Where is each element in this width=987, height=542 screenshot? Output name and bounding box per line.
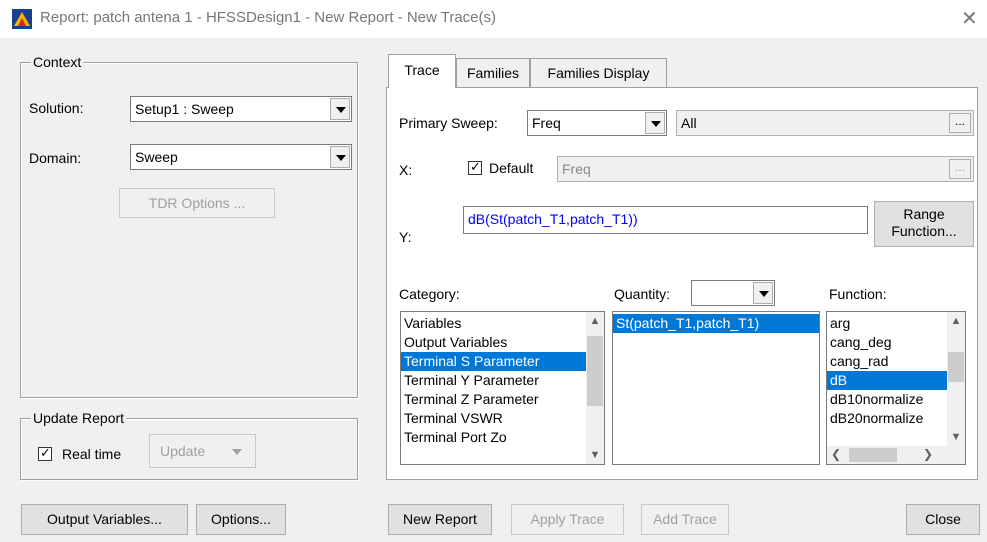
range-function-label-line2: Function... — [891, 223, 957, 239]
list-item[interactable]: Output Variables — [401, 333, 604, 352]
list-item[interactable]: dB — [827, 371, 965, 390]
list-item[interactable]: Terminal Z Parameter — [401, 390, 604, 409]
range-function-label-line1: Range — [903, 206, 945, 222]
y-expression-input[interactable]: dB(St(patch_T1,patch_T1)) — [463, 206, 868, 234]
close-button[interactable]: Close — [906, 504, 980, 535]
default-checkbox[interactable] — [468, 159, 482, 175]
list-item[interactable]: St(patch_T1,patch_T1) — [613, 314, 819, 333]
chevron-down-icon[interactable] — [330, 98, 350, 120]
new-report-button[interactable]: New Report — [388, 504, 492, 535]
solution-value: Setup1 : Sweep — [135, 101, 234, 117]
output-variables-button[interactable]: Output Variables... — [21, 504, 188, 535]
list-item[interactable]: dB10normalize — [827, 390, 965, 409]
scroll-thumb[interactable] — [849, 448, 897, 462]
tab-families-display[interactable]: Families Display — [530, 58, 667, 88]
solution-select[interactable]: Setup1 : Sweep — [130, 96, 352, 122]
quantity-label: Quantity: — [614, 286, 671, 302]
default-label: Default — [489, 160, 534, 176]
title-bar: Report: patch antena 1 - HFSSDesign1 - N… — [0, 0, 987, 38]
close-window-icon[interactable]: ✕ — [961, 6, 978, 31]
list-item[interactable]: Terminal S Parameter — [401, 352, 604, 371]
x-label: X: — [399, 162, 413, 178]
domain-select[interactable]: Sweep — [130, 144, 352, 170]
scroll-up-icon[interactable]: ▲ — [586, 312, 604, 330]
quantity-list[interactable]: St(patch_T1,patch_T1) — [612, 311, 820, 465]
tab-trace[interactable]: Trace — [388, 54, 456, 88]
list-item[interactable]: Terminal Y Parameter — [401, 371, 604, 390]
scroll-right-icon[interactable]: ❯ — [923, 447, 933, 461]
chevron-down-icon[interactable] — [753, 282, 773, 304]
list-item[interactable]: Terminal VSWR — [401, 409, 604, 428]
scroll-left-icon[interactable]: ❮ — [831, 447, 841, 461]
primary-sweep-value: Freq — [532, 115, 561, 131]
quantity-filter-select[interactable] — [691, 280, 775, 306]
chevron-down-icon[interactable] — [645, 112, 665, 134]
solution-label: Solution: — [29, 100, 84, 116]
list-item[interactable]: Terminal Port Zo — [401, 428, 604, 447]
function-label: Function: — [829, 286, 887, 302]
chevron-down-icon[interactable] — [330, 146, 350, 168]
domain-value: Sweep — [135, 149, 178, 165]
scroll-thumb[interactable] — [587, 336, 603, 406]
list-item[interactable]: cang_deg — [827, 333, 965, 352]
primary-sweep-select[interactable]: Freq — [527, 110, 667, 136]
range-function-button[interactable]: Range Function... — [874, 201, 974, 247]
scroll-up-icon[interactable]: ▲ — [947, 312, 965, 330]
scroll-thumb[interactable] — [948, 352, 964, 382]
tab-families[interactable]: Families — [456, 58, 530, 88]
update-report-legend: Update Report — [31, 410, 127, 426]
category-scrollbar[interactable]: ▲ ▼ — [586, 312, 604, 464]
primary-sweep-range-value: All — [681, 115, 697, 131]
options-button[interactable]: Options... — [196, 504, 286, 535]
apply-trace-button[interactable]: Apply Trace — [511, 504, 624, 535]
update-label: Update — [160, 443, 206, 459]
list-item[interactable]: cang_rad — [827, 352, 965, 371]
x-ellipsis-button[interactable]: ... — [949, 159, 971, 179]
list-item[interactable]: dB20normalize — [827, 409, 965, 428]
y-label: Y: — [399, 229, 412, 245]
domain-label: Domain: — [29, 150, 82, 166]
category-label: Category: — [399, 286, 460, 302]
primary-sweep-range-field[interactable]: All ... — [676, 110, 974, 136]
list-item[interactable]: Variables — [401, 314, 604, 333]
function-hscrollbar[interactable]: ❮ ❯ — [827, 446, 965, 464]
primary-sweep-label: Primary Sweep: — [399, 115, 498, 131]
chevron-down-icon — [232, 449, 242, 455]
hfss-app-icon — [12, 9, 32, 29]
realtime-label: Real time — [62, 446, 122, 462]
scroll-down-icon[interactable]: ▼ — [586, 446, 604, 464]
window-title: Report: patch antena 1 - HFSSDesign1 - N… — [40, 9, 497, 26]
category-list[interactable]: Variables Output Variables Terminal S Para… — [400, 311, 605, 465]
tdr-options-button[interactable]: TDR Options ... — [119, 188, 275, 218]
primary-sweep-ellipsis-button[interactable]: ... — [949, 113, 971, 133]
x-expression-value: Freq — [562, 161, 591, 177]
realtime-checkbox[interactable] — [38, 445, 52, 461]
x-expression-field: Freq ... — [557, 156, 974, 182]
scroll-down-icon[interactable]: ▼ — [947, 428, 965, 446]
function-scrollbar[interactable]: ▲ ▼ — [947, 312, 965, 446]
context-legend: Context — [31, 54, 84, 70]
add-trace-button[interactable]: Add Trace — [641, 504, 729, 535]
update-button[interactable]: Update — [149, 434, 256, 468]
list-item[interactable]: arg — [827, 314, 965, 333]
function-list[interactable]: arg cang_deg cang_rad dB dB10normalize dB20no… — [826, 311, 966, 465]
